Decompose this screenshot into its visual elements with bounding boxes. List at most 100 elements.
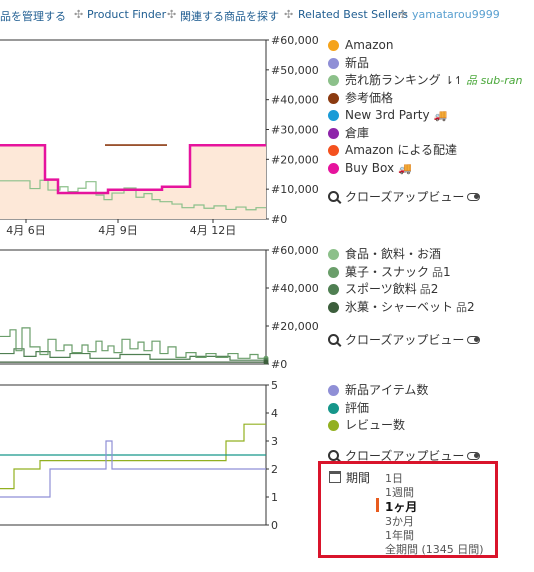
- toggle-icon[interactable]: [467, 336, 481, 344]
- legend-item-review-count[interactable]: レビュー数: [328, 417, 428, 435]
- legend-dot: [328, 420, 339, 431]
- y-tick-label: #40,000: [271, 282, 319, 295]
- legend-item-new-3rd-party[interactable]: New 3rd Party 🚚: [328, 107, 522, 125]
- legend-label: Buy Box: [345, 160, 395, 175]
- series-line-レビュー数: [0, 423, 266, 490]
- nav-user-account[interactable]: yamatarou9999: [412, 8, 500, 21]
- legend-dot: [328, 75, 339, 86]
- nav-separator-icon: ✣: [167, 8, 177, 21]
- y-tick-label: #10,000: [271, 183, 319, 196]
- closeup-label: クローズアップビュー: [345, 190, 465, 204]
- y-tick-label: #60,000: [271, 34, 319, 47]
- nav-separator-icon: ✣: [74, 8, 84, 21]
- closeup-view-toggle-1[interactable]: クローズアップビュー: [328, 188, 481, 205]
- category-chart-legend: 食品・飲料・お酒 菓子・スナック 品1 スポーツ飲料 品2 氷菓・シャーベット 品2: [328, 246, 475, 316]
- legend-label: 倉庫: [345, 125, 370, 140]
- closeup-view-toggle-2[interactable]: クローズアップビュー: [328, 331, 481, 348]
- legend-item-amazon[interactable]: Amazon: [328, 37, 522, 55]
- calendar-icon: [329, 471, 341, 483]
- x-tick-label: 4月 9日: [98, 224, 138, 237]
- legend-dot: [328, 385, 339, 396]
- legend-label: 参考価格: [345, 90, 394, 105]
- period-option-all-time[interactable]: 全期間 (1345 日間): [385, 541, 484, 557]
- y-tick-label: 4: [271, 407, 278, 420]
- series-end-marker: [263, 359, 269, 365]
- y-tick-label: 5: [271, 379, 278, 392]
- nav-related-products[interactable]: 関連する商品を探す: [180, 8, 279, 24]
- y-tick-label: 0: [271, 519, 278, 532]
- active-period-indicator: [376, 498, 379, 512]
- y-tick-label: #30,000: [271, 124, 319, 137]
- legend-item-list-price[interactable]: 参考価格: [328, 90, 522, 108]
- y-tick-label: #20,000: [271, 153, 319, 166]
- legend-label: New 3rd Party: [345, 108, 430, 122]
- period-label: 期間: [346, 471, 371, 485]
- legend-item-new-offers[interactable]: 新品アイテム数: [328, 382, 428, 400]
- sub-ranking-link[interactable]: 品 sub-ran: [466, 74, 522, 87]
- nav-related-best-sellers[interactable]: Related Best Sellers: [298, 8, 408, 21]
- y-tick-label: #60,000: [271, 244, 319, 257]
- legend-label: Amazon による配達: [345, 143, 457, 157]
- legend-label: 食品・飲料・お酒: [345, 247, 442, 261]
- legend-item-snacks[interactable]: 菓子・スナック 品1: [328, 264, 475, 282]
- y-tick-label: #0: [271, 358, 287, 371]
- search-icon: [328, 450, 339, 461]
- nav-separator-icon: ✣: [398, 8, 408, 21]
- legend-dot: [328, 110, 339, 121]
- sitemap-icon: 品: [419, 283, 431, 296]
- y-tick-label: #40,000: [271, 94, 319, 107]
- y-tick-label: #0: [271, 213, 287, 226]
- legend-label: Amazon: [345, 38, 394, 52]
- price-chart-legend: Amazon 新品 売れ筋ランキング ⇂↿ 品 sub-ran 参考価格 New 3…: [328, 37, 522, 177]
- legend-item-new[interactable]: 新品: [328, 55, 522, 73]
- legend-dot: [328, 40, 339, 51]
- legend-item-sales-rank[interactable]: 売れ筋ランキング ⇂↿ 品 sub-ran: [328, 72, 522, 90]
- legend-dot: [328, 402, 339, 414]
- toggle-icon[interactable]: [467, 193, 481, 201]
- sort-icon[interactable]: ⇂↿: [445, 74, 463, 87]
- legend-dot: [328, 145, 339, 156]
- price-history-chart[interactable]: #0 #10,000 #20,000 #30,000 #40,000 #50,000 #60…: [0, 30, 320, 240]
- y-tick-label: 2: [271, 463, 278, 476]
- legend-item-sherbet[interactable]: 氷菓・シャーベット 品2: [328, 299, 475, 317]
- sub-ranking-label: sub-ran: [480, 74, 523, 87]
- legend-dot: [328, 127, 339, 139]
- legend-item-warehouse[interactable]: 倉庫: [328, 125, 522, 143]
- toggle-icon[interactable]: [467, 452, 481, 460]
- reviews-rating-chart[interactable]: 0 1 2 3 4 5: [0, 378, 320, 538]
- legend-label: 売れ筋ランキング: [345, 73, 441, 87]
- reviews-chart-legend: 新品アイテム数 評価 レビュー数: [328, 382, 428, 435]
- category-rank: 1: [443, 264, 451, 279]
- sitemap-icon: 品: [456, 300, 468, 314]
- legend-item-food-beverage[interactable]: 食品・飲料・お酒: [328, 246, 475, 264]
- x-tick-label: 4月 12日: [190, 224, 237, 237]
- legend-dot: [328, 284, 339, 295]
- sitemap-icon: 品: [432, 265, 444, 279]
- legend-dot: [328, 301, 339, 313]
- y-tick-label: 3: [271, 435, 278, 448]
- legend-label: レビュー数: [345, 418, 406, 432]
- legend-label: 菓子・スナック: [345, 264, 430, 279]
- top-nav: 品を管理する ✣ Product Finder ✣ 関連する商品を探す ✣ Re…: [0, 8, 534, 26]
- legend-dot: [328, 249, 339, 260]
- search-icon: [328, 334, 339, 345]
- truck-icon: 🚚: [433, 109, 448, 122]
- sitemap-icon: 品: [466, 74, 478, 87]
- y-tick-label: 1: [271, 491, 278, 504]
- closeup-label: クローズアップビュー: [345, 333, 465, 347]
- legend-item-rating[interactable]: 評価: [328, 400, 428, 418]
- nav-product-finder[interactable]: Product Finder: [87, 8, 166, 21]
- legend-dot: [328, 57, 339, 69]
- legend-item-sports-drinks[interactable]: スポーツ飲料 品2: [328, 281, 475, 299]
- legend-label: 新品: [345, 55, 370, 70]
- legend-item-amazon-delivery[interactable]: Amazon による配達: [328, 142, 522, 160]
- legend-dot: [328, 266, 339, 278]
- period-selector: 期間 1日 1週間 1ヶ月 3か月 1年間 全期間 (1345 日間): [318, 461, 498, 558]
- nav-manage-products[interactable]: 品を管理する: [0, 8, 66, 24]
- y-tick-label: #20,000: [271, 320, 319, 333]
- x-tick-label: 4月 6日: [6, 224, 46, 237]
- category-rank-chart[interactable]: #0 #20,000 #40,000 #60,000: [0, 244, 320, 374]
- truck-icon: 🚚: [398, 161, 412, 175]
- legend-item-buy-box[interactable]: Buy Box 🚚: [328, 160, 522, 178]
- legend-dot: [328, 92, 339, 104]
